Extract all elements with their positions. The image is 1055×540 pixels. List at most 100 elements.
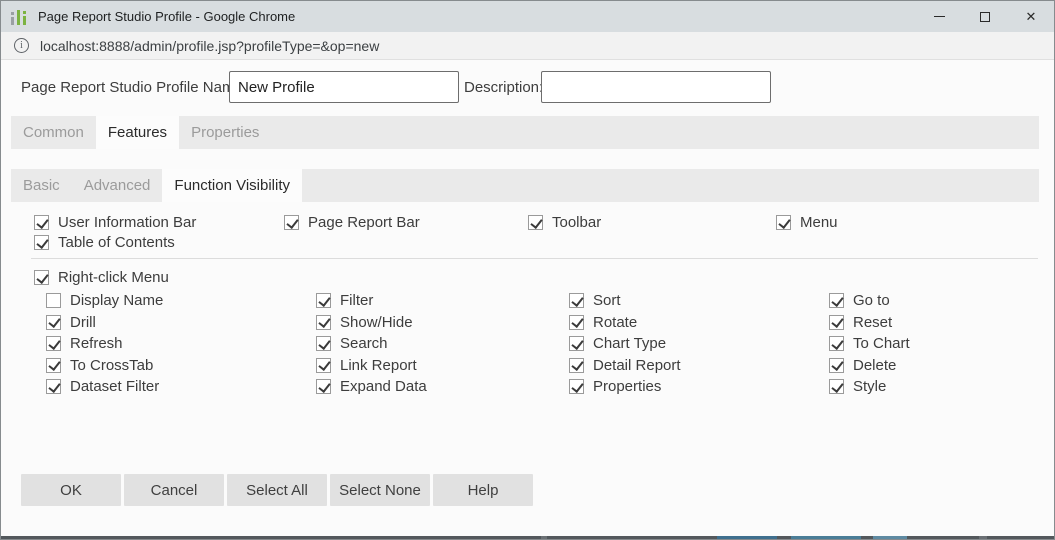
bottom-window-edge bbox=[1, 536, 1054, 539]
url-text[interactable]: localhost:8888/admin/profile.jsp?profile… bbox=[40, 38, 379, 54]
checkbox[interactable] bbox=[46, 336, 61, 351]
checkbox[interactable] bbox=[528, 215, 543, 230]
tab-advanced[interactable]: Advanced bbox=[72, 169, 163, 202]
checkbox[interactable] bbox=[46, 315, 61, 330]
section-divider bbox=[31, 258, 1038, 259]
checkbox[interactable] bbox=[316, 293, 331, 308]
features-row-1: User Information Bar Page Report Bar Too… bbox=[34, 214, 838, 231]
tab-common[interactable]: Common bbox=[11, 116, 96, 149]
checkbox-item-table-of-contents[interactable]: Table of Contents bbox=[34, 234, 175, 251]
checkbox-item-filter[interactable]: Filter bbox=[316, 292, 569, 309]
checkbox-label: Reset bbox=[853, 314, 892, 331]
description-input[interactable] bbox=[541, 71, 771, 103]
checkbox-label: To CrossTab bbox=[70, 357, 153, 374]
checkbox[interactable] bbox=[829, 379, 844, 394]
checkbox[interactable] bbox=[316, 358, 331, 373]
action-button-row: OK Cancel Select All Select None Help bbox=[21, 474, 533, 506]
checkbox[interactable] bbox=[776, 215, 791, 230]
checkbox-label: Properties bbox=[593, 378, 661, 395]
maximize-icon bbox=[980, 12, 990, 22]
checkbox[interactable] bbox=[34, 215, 49, 230]
checkbox[interactable] bbox=[569, 293, 584, 308]
checkbox-item-show-hide[interactable]: Show/Hide bbox=[316, 314, 569, 331]
checkbox-label: Link Report bbox=[340, 357, 417, 374]
checkbox-label: User Information Bar bbox=[58, 214, 196, 231]
tab-properties[interactable]: Properties bbox=[179, 116, 271, 149]
checkbox[interactable] bbox=[829, 358, 844, 373]
checkbox-item-search[interactable]: Search bbox=[316, 335, 569, 352]
checkbox-item-display-name[interactable]: Display Name bbox=[46, 292, 316, 309]
checkbox-item-refresh[interactable]: Refresh bbox=[46, 335, 316, 352]
checkbox-label: Filter bbox=[340, 292, 373, 309]
main-tab-bar: Common Features Properties bbox=[11, 116, 1039, 149]
help-button[interactable]: Help bbox=[433, 474, 533, 506]
checkbox[interactable] bbox=[46, 358, 61, 373]
checkbox-item-rotate[interactable]: Rotate bbox=[569, 314, 829, 331]
app-logo-chart-icon bbox=[10, 8, 28, 25]
checkbox-label: Rotate bbox=[593, 314, 637, 331]
checkbox[interactable] bbox=[316, 336, 331, 351]
checkbox-item-right-click-menu[interactable]: Right-click Menu bbox=[34, 269, 169, 286]
checkbox-label: Delete bbox=[853, 357, 896, 374]
checkbox-item-expand-data[interactable]: Expand Data bbox=[316, 378, 569, 395]
checkbox[interactable] bbox=[829, 315, 844, 330]
tab-features[interactable]: Features bbox=[96, 116, 179, 149]
select-none-button[interactable]: Select None bbox=[330, 474, 430, 506]
sub-tab-bar: Basic Advanced Function Visibility bbox=[11, 169, 1039, 202]
ok-button[interactable]: OK bbox=[21, 474, 121, 506]
title-bar: Page Report Studio Profile - Google Chro… bbox=[1, 1, 1054, 32]
right-click-menu-grid: Display Name Filter Sort Go to Drill Sho… bbox=[46, 290, 910, 398]
checkbox-item-go-to[interactable]: Go to bbox=[829, 292, 910, 309]
checkbox-item-user-information-bar[interactable]: User Information Bar bbox=[34, 214, 284, 231]
tab-function-visibility[interactable]: Function Visibility bbox=[162, 169, 302, 202]
checkbox[interactable] bbox=[46, 293, 61, 308]
checkbox-label: Refresh bbox=[70, 335, 123, 352]
checkbox-item-page-report-bar[interactable]: Page Report Bar bbox=[284, 214, 528, 231]
checkbox-item-style[interactable]: Style bbox=[829, 378, 910, 395]
checkbox-item-menu[interactable]: Menu bbox=[776, 214, 838, 231]
select-all-button[interactable]: Select All bbox=[227, 474, 327, 506]
close-icon: ✕ bbox=[1026, 10, 1037, 23]
checkbox-label: Chart Type bbox=[593, 335, 666, 352]
checkbox[interactable] bbox=[569, 379, 584, 394]
checkbox[interactable] bbox=[46, 379, 61, 394]
checkbox[interactable] bbox=[569, 358, 584, 373]
minimize-button[interactable] bbox=[916, 1, 962, 32]
checkbox[interactable] bbox=[829, 293, 844, 308]
checkbox-label: Show/Hide bbox=[340, 314, 413, 331]
checkbox-item-sort[interactable]: Sort bbox=[569, 292, 829, 309]
info-icon[interactable]: i bbox=[14, 38, 29, 53]
checkbox-label: Style bbox=[853, 378, 886, 395]
checkbox-item-dataset-filter[interactable]: Dataset Filter bbox=[46, 378, 316, 395]
tab-basic[interactable]: Basic bbox=[11, 169, 72, 202]
checkbox-item-link-report[interactable]: Link Report bbox=[316, 357, 569, 374]
checkbox-label: Drill bbox=[70, 314, 96, 331]
description-label: Description: bbox=[464, 79, 543, 96]
checkbox[interactable] bbox=[569, 315, 584, 330]
window-controls: ✕ bbox=[916, 1, 1054, 32]
maximize-button[interactable] bbox=[962, 1, 1008, 32]
checkbox-item-drill[interactable]: Drill bbox=[46, 314, 316, 331]
checkbox[interactable] bbox=[284, 215, 299, 230]
profile-name-input[interactable] bbox=[229, 71, 459, 103]
checkbox-item-delete[interactable]: Delete bbox=[829, 357, 910, 374]
minimize-icon bbox=[934, 16, 945, 17]
checkbox-item-chart-type[interactable]: Chart Type bbox=[569, 335, 829, 352]
checkbox[interactable] bbox=[316, 315, 331, 330]
checkbox-item-detail-report[interactable]: Detail Report bbox=[569, 357, 829, 374]
close-button[interactable]: ✕ bbox=[1008, 1, 1054, 32]
page-content: Page Report Studio Profile Name: Descrip… bbox=[1, 60, 1054, 539]
checkbox-label: Toolbar bbox=[552, 214, 601, 231]
cancel-button[interactable]: Cancel bbox=[124, 474, 224, 506]
checkbox[interactable] bbox=[569, 336, 584, 351]
checkbox[interactable] bbox=[316, 379, 331, 394]
checkbox-item-properties[interactable]: Properties bbox=[569, 378, 829, 395]
checkbox-label: Display Name bbox=[70, 292, 163, 309]
checkbox[interactable] bbox=[829, 336, 844, 351]
checkbox[interactable] bbox=[34, 235, 49, 250]
checkbox-item-to-crosstab[interactable]: To CrossTab bbox=[46, 357, 316, 374]
checkbox-item-reset[interactable]: Reset bbox=[829, 314, 910, 331]
checkbox[interactable] bbox=[34, 270, 49, 285]
checkbox-item-to-chart[interactable]: To Chart bbox=[829, 335, 910, 352]
checkbox-item-toolbar[interactable]: Toolbar bbox=[528, 214, 776, 231]
